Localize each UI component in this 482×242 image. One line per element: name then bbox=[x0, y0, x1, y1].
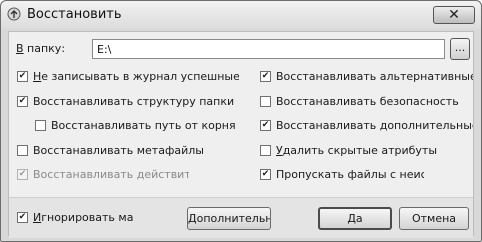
restore-dialog: Восстановить ✕ В папку: ... Не записыват… bbox=[0, 0, 482, 242]
option-restore-root-path[interactable]: Восстанавливать путь от корня bbox=[35, 117, 239, 133]
checkbox[interactable] bbox=[260, 119, 271, 131]
checkbox[interactable] bbox=[17, 95, 28, 107]
checkbox[interactable] bbox=[35, 119, 46, 131]
option-skip-bad-files[interactable]: Пропускать файлы с неис bbox=[260, 166, 424, 182]
checkbox[interactable] bbox=[260, 95, 271, 107]
option-label: Игнорировать ма bbox=[33, 210, 134, 224]
option-restore-valid: Восстанавливать действитель bbox=[17, 166, 189, 182]
option-label: Пропускать файлы с неис bbox=[276, 167, 424, 181]
dialog-body: В папку: ... Не записывать в журнал успе… bbox=[8, 31, 474, 238]
checkbox[interactable] bbox=[17, 144, 28, 156]
browse-button[interactable]: ... bbox=[450, 38, 470, 60]
close-button[interactable]: ✕ bbox=[433, 6, 475, 24]
checkbox bbox=[17, 168, 28, 180]
option-restore-extra-attrs[interactable]: Восстанавливать дополнительные атриб bbox=[260, 117, 473, 133]
option-label: Восстанавливать структуру папки bbox=[33, 94, 235, 108]
close-icon: ✕ bbox=[448, 7, 460, 23]
option-label: Восстанавливать альтернативные поток bbox=[276, 69, 473, 83]
checkbox[interactable] bbox=[260, 168, 271, 180]
option-restore-security[interactable]: Восстанавливать безопасность bbox=[260, 93, 473, 109]
advanced-button[interactable]: Дополнительно > bbox=[187, 207, 271, 230]
option-label: Восстанавливать действитель bbox=[33, 167, 189, 181]
option-label: Восстанавливать метафайлы bbox=[33, 143, 204, 157]
title-bar: Восстановить ✕ bbox=[1, 1, 481, 29]
window-title: Восстановить bbox=[27, 7, 122, 22]
option-label: Восстанавливать дополнительные атриб bbox=[276, 118, 473, 132]
folder-path-input[interactable] bbox=[92, 39, 445, 59]
checkbox[interactable] bbox=[17, 70, 28, 82]
option-label: Удалить скрытые атрибуты bbox=[276, 143, 437, 157]
checkbox[interactable] bbox=[260, 144, 271, 156]
cancel-button[interactable]: Отмена bbox=[399, 207, 469, 230]
checkbox[interactable] bbox=[260, 70, 271, 82]
option-restore-folder-structure[interactable]: Восстанавливать структуру папки bbox=[17, 93, 239, 109]
option-label: Восстанавливать безопасность bbox=[276, 94, 459, 108]
checkbox[interactable] bbox=[17, 211, 28, 223]
option-ignore[interactable]: Игнорировать ма bbox=[17, 209, 147, 225]
restore-app-icon bbox=[7, 7, 21, 21]
option-no-log[interactable]: Не записывать в журнал успешные во bbox=[17, 68, 239, 84]
option-label: Восстанавливать путь от корня bbox=[51, 118, 236, 132]
folder-label: В папку: bbox=[16, 42, 66, 55]
option-label: Не записывать в журнал успешные во bbox=[33, 69, 239, 83]
ok-button[interactable]: Да bbox=[318, 207, 392, 230]
option-restore-alt-streams[interactable]: Восстанавливать альтернативные поток bbox=[260, 68, 473, 84]
option-restore-metafiles[interactable]: Восстанавливать метафайлы bbox=[17, 142, 239, 158]
option-remove-hidden-attrs[interactable]: Удалить скрытые атрибуты bbox=[260, 142, 473, 158]
